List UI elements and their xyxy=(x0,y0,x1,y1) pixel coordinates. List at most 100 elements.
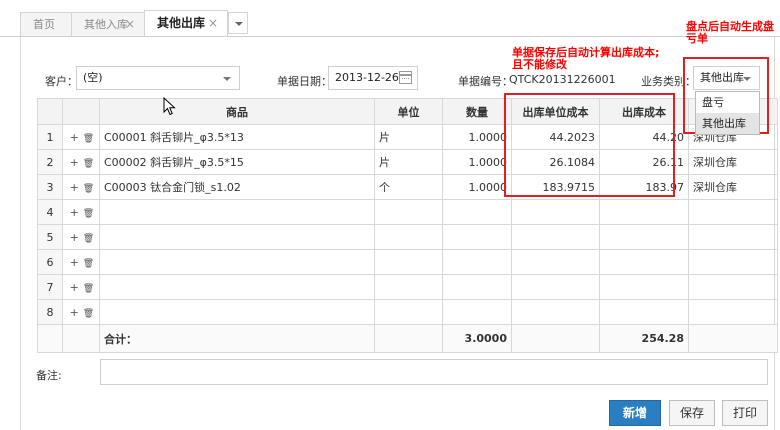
chevron-down-icon xyxy=(235,22,243,26)
cell-cost xyxy=(599,224,689,250)
row-number: 8 xyxy=(37,299,63,325)
tab-other-inbound[interactable]: 其他入库 × xyxy=(71,12,145,37)
bizcat-dropdown: 盘亏 其他出库 xyxy=(695,91,760,135)
remark-input[interactable] xyxy=(100,359,768,385)
bizcat-option-loss[interactable]: 盘亏 xyxy=(696,92,759,113)
cell-unit[interactable] xyxy=(374,224,443,250)
close-icon[interactable]: × xyxy=(208,11,218,36)
save-button[interactable]: 保存 xyxy=(669,400,715,426)
cell-qty[interactable] xyxy=(442,199,512,225)
row-actions: + 🗑 xyxy=(62,149,100,175)
delete-row-icon[interactable]: 🗑 xyxy=(83,259,94,269)
date-label: 单据日期： xyxy=(277,75,332,88)
tab-home[interactable]: 首页 xyxy=(20,12,72,37)
row-number: 1 xyxy=(37,124,63,150)
close-icon[interactable]: × xyxy=(125,13,135,36)
table-row: 6 + 🗑 xyxy=(37,249,778,275)
cell-unit[interactable] xyxy=(374,199,443,225)
table-row: 5 + 🗑 xyxy=(37,224,778,250)
row-number: 4 xyxy=(37,199,63,225)
cell-warehouse[interactable] xyxy=(688,224,778,250)
tab-other-outbound[interactable]: 其他出库 × xyxy=(144,10,228,37)
cell-qty[interactable]: 1.0000 xyxy=(442,124,512,150)
delete-row-icon[interactable]: 🗑 xyxy=(83,209,94,219)
row-actions: + 🗑 xyxy=(62,199,100,225)
customer-label: 客户： xyxy=(45,75,78,88)
cell-unit[interactable]: 片 xyxy=(374,149,443,175)
add-row-icon[interactable]: + xyxy=(69,231,79,244)
cell-product[interactable]: C00001 斜舌铆片_φ3.5*13 xyxy=(99,124,375,150)
total-qty: 3.0000 xyxy=(442,324,512,353)
customer-value: (空) xyxy=(83,71,103,84)
cell-unit-cost xyxy=(511,274,600,300)
cell-product[interactable] xyxy=(99,299,375,325)
row-actions: + 🗑 xyxy=(62,224,100,250)
delete-row-icon[interactable]: 🗑 xyxy=(83,284,94,294)
cost-highlight-box xyxy=(504,93,675,197)
delete-row-icon[interactable]: 🗑 xyxy=(83,134,94,144)
cell-unit-cost xyxy=(511,199,600,225)
total-label: 合计： xyxy=(99,324,375,353)
add-row-icon[interactable]: + xyxy=(69,181,79,194)
row-actions: + 🗑 xyxy=(62,249,100,275)
date-input[interactable]: 2013-12-26 xyxy=(328,66,418,90)
new-button[interactable]: 新增 xyxy=(609,400,661,426)
cell-unit[interactable]: 个 xyxy=(374,174,443,200)
cell-unit[interactable] xyxy=(374,299,443,325)
cell-qty[interactable]: 1.0000 xyxy=(442,174,512,200)
cell-qty[interactable] xyxy=(442,299,512,325)
row-actions: + 🗑 xyxy=(62,299,100,325)
print-button[interactable]: 打印 xyxy=(722,400,768,426)
cell-unit[interactable] xyxy=(374,274,443,300)
row-number-header xyxy=(37,98,63,125)
cell-product[interactable]: C00003 钛合金门锁_s1.02 xyxy=(99,174,375,200)
cell-warehouse[interactable] xyxy=(688,299,778,325)
add-row-icon[interactable]: + xyxy=(69,131,79,144)
table-row: 4 + 🗑 xyxy=(37,199,778,225)
cell-unit-cost xyxy=(511,299,600,325)
delete-row-icon[interactable]: 🗑 xyxy=(83,184,94,194)
cell-qty[interactable] xyxy=(442,224,512,250)
cell-warehouse[interactable] xyxy=(688,249,778,275)
cell-product[interactable] xyxy=(99,199,375,225)
tab-other-outbound-label: 其他出库 xyxy=(157,16,206,30)
mouse-cursor-icon xyxy=(163,97,176,116)
cell-product[interactable] xyxy=(99,274,375,300)
cell-product[interactable]: C00002 斜舌铆片_φ3.5*15 xyxy=(99,149,375,175)
docno-label: 单据编号： xyxy=(458,75,513,88)
cell-product[interactable] xyxy=(99,224,375,250)
tab-bar: 首页 其他入库 × 其他出库 × xyxy=(0,0,780,37)
calendar-icon[interactable] xyxy=(399,71,412,84)
cell-unit-cost xyxy=(511,224,600,250)
cell-unit[interactable]: 片 xyxy=(374,124,443,150)
cell-unit[interactable] xyxy=(374,249,443,275)
delete-row-icon[interactable]: 🗑 xyxy=(83,234,94,244)
row-actions: + 🗑 xyxy=(62,274,100,300)
date-value: 2013-12-26 xyxy=(335,71,399,84)
add-row-icon[interactable]: + xyxy=(69,156,79,169)
add-row-icon[interactable]: + xyxy=(69,306,79,319)
cell-warehouse[interactable] xyxy=(688,274,778,300)
cell-warehouse[interactable] xyxy=(688,199,778,225)
row-number: 5 xyxy=(37,224,63,250)
add-row-icon[interactable]: + xyxy=(69,256,79,269)
tab-home-label: 首页 xyxy=(33,18,55,31)
total-row: 合计： 3.0000 254.28 xyxy=(37,324,778,353)
bizcat-option-other-outbound[interactable]: 其他出库 xyxy=(696,113,759,134)
row-actions: + 🗑 xyxy=(62,174,100,200)
tab-more-button[interactable] xyxy=(228,12,248,34)
cell-warehouse[interactable]: 深圳仓库 xyxy=(688,174,778,200)
cell-product[interactable] xyxy=(99,249,375,275)
cell-qty[interactable]: 1.0000 xyxy=(442,149,512,175)
cell-warehouse[interactable]: 深圳仓库 xyxy=(688,149,778,175)
cell-qty[interactable] xyxy=(442,249,512,275)
customer-select[interactable]: (空) xyxy=(76,66,240,90)
delete-row-icon[interactable]: 🗑 xyxy=(83,159,94,169)
table-row: 8 + 🗑 xyxy=(37,299,778,325)
cell-unit-cost xyxy=(511,249,600,275)
delete-row-icon[interactable]: 🗑 xyxy=(83,309,94,319)
add-row-icon[interactable]: + xyxy=(69,281,79,294)
add-row-icon[interactable]: + xyxy=(69,206,79,219)
cell-qty[interactable] xyxy=(442,274,512,300)
total-cost: 254.28 xyxy=(599,324,689,353)
